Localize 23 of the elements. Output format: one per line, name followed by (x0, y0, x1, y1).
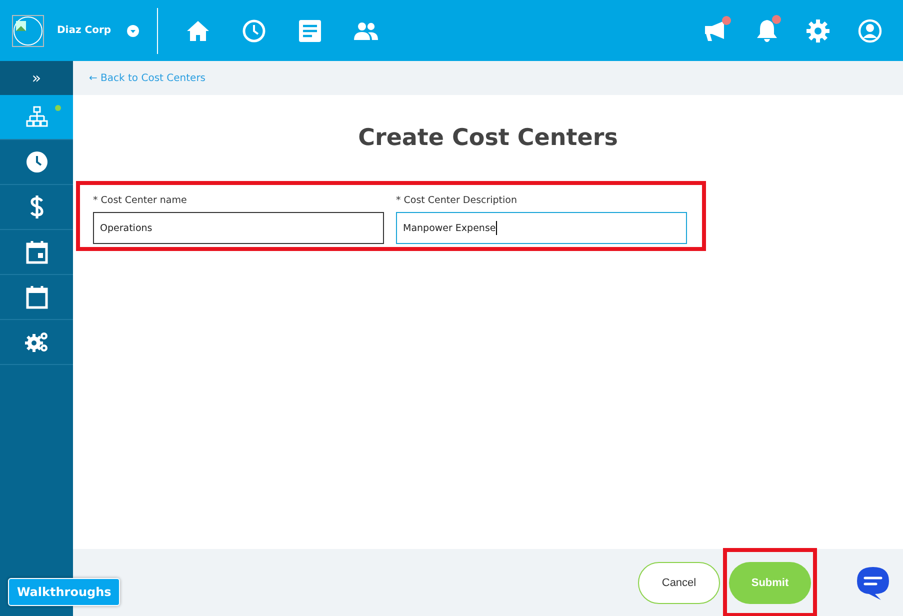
calendar-icon (26, 240, 48, 264)
cancel-button[interactable]: Cancel (638, 562, 720, 604)
bell-icon[interactable] (756, 18, 778, 42)
caret-icon[interactable] (127, 24, 140, 36)
user-icon[interactable] (858, 18, 882, 42)
document-icon[interactable] (298, 18, 322, 42)
field-label: * Cost Center name (93, 195, 188, 206)
input-field[interactable]: Operations (93, 212, 384, 244)
calendar-icon (26, 285, 48, 309)
page-title: Create Cost Centers (357, 125, 619, 151)
expand-toggle[interactable]: » (0, 61, 73, 95)
gears-icon (24, 331, 48, 353)
input-field[interactable]: Manpower Expense (396, 212, 687, 244)
hierarchy-icon (26, 106, 48, 128)
field-label: * Cost Center Description (396, 195, 518, 206)
people-icon[interactable] (354, 22, 378, 40)
dollar-icon (30, 195, 44, 219)
company-name: Diaz Corp (57, 25, 112, 36)
chat-icon[interactable] (855, 564, 891, 600)
clock-icon[interactable] (242, 18, 266, 42)
sidebar-item[interactable] (0, 95, 73, 140)
home-icon[interactable] (186, 20, 210, 42)
clock-icon (26, 151, 48, 173)
